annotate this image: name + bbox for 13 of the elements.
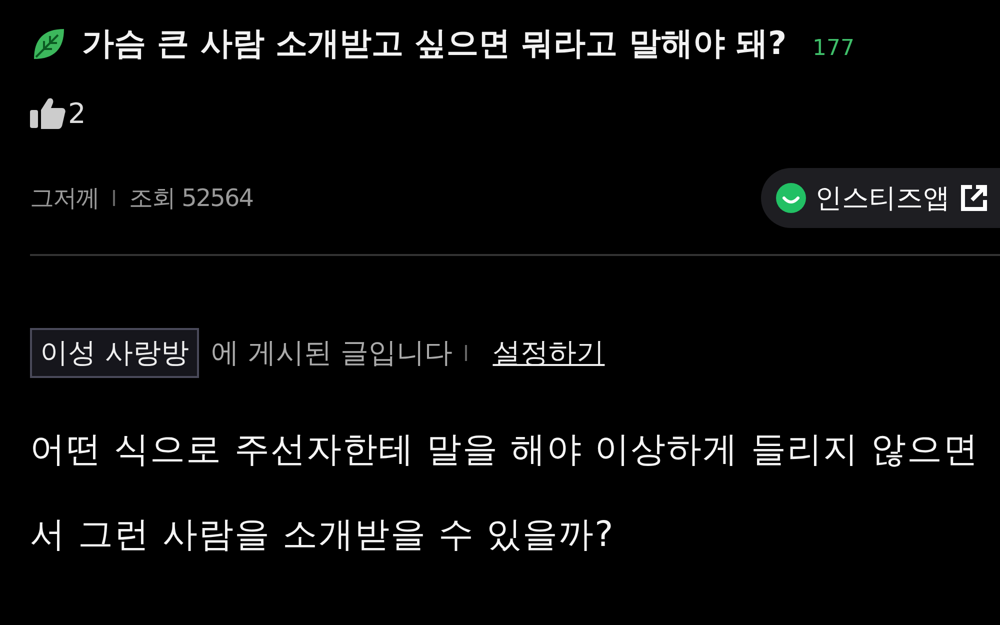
board-tag[interactable]: 이성 사랑방 xyxy=(30,328,199,378)
thumbs-up-icon[interactable] xyxy=(30,96,66,130)
external-link-icon xyxy=(958,182,990,214)
app-open-button[interactable]: 인스티즈앱 xyxy=(761,168,1000,228)
like-count: 2 xyxy=(68,96,86,130)
board-notice: 에 게시된 글입니다 xyxy=(210,335,453,371)
post-title: 가슴 큰 사람 소개받고 싶으면 뭐라고 말해야 돼? xyxy=(82,23,787,64)
post-body: 어떤 식으로 주선자한테 말을 해야 이상하게 들리지 않으면서 그런 사람을 소개받을 수 있을까? xyxy=(30,429,980,557)
settings-link[interactable]: 설정하기 xyxy=(492,334,605,372)
post-date: 그저께 xyxy=(30,183,99,214)
comment-count: 177 xyxy=(812,36,855,60)
view-count: 조회 52564 xyxy=(129,183,253,214)
smile-logo-icon xyxy=(775,182,807,214)
